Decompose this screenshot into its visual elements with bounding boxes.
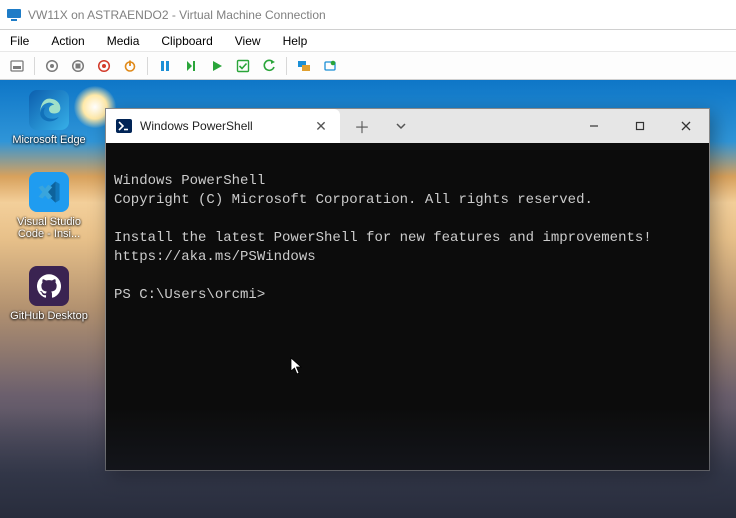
vm-toolbar [0, 52, 736, 80]
toolbar-pause-icon[interactable] [154, 55, 176, 77]
terminal-line: Install the latest PowerShell for new fe… [114, 230, 652, 246]
tab-dropdown-icon[interactable] [384, 109, 418, 143]
menu-view[interactable]: View [235, 34, 261, 48]
desktop-icon-column: Microsoft Edge Visual Studio Code - Insi… [10, 90, 88, 322]
menu-media[interactable]: Media [107, 34, 140, 48]
toolbar-revert-icon[interactable] [258, 55, 280, 77]
terminal-tab-title: Windows PowerShell [140, 119, 253, 133]
toolbar-checkpoint-icon[interactable] [232, 55, 254, 77]
terminal-line: https://aka.ms/PSWindows [114, 249, 316, 265]
new-tab-button[interactable]: ＋ [340, 109, 384, 143]
desktop-icon-vscode-label: Visual Studio Code - Insi... [10, 216, 88, 240]
window-close-button[interactable] [663, 109, 709, 143]
toolbar-power-icon[interactable] [119, 55, 141, 77]
menu-action[interactable]: Action [51, 34, 84, 48]
terminal-body[interactable]: Windows PowerShell Copyright (C) Microso… [106, 143, 709, 470]
powershell-window[interactable]: Windows PowerShell ✕ ＋ Windows PowerShel… [105, 108, 710, 471]
toolbar-reset-icon[interactable] [180, 55, 202, 77]
toolbar-share-icon[interactable] [319, 55, 341, 77]
desktop-icon-github[interactable]: GitHub Desktop [10, 266, 88, 322]
toolbar-shutdown-icon[interactable] [93, 55, 115, 77]
toolbar-enhanced-session-icon[interactable] [293, 55, 315, 77]
mouse-cursor-icon [290, 319, 357, 413]
toolbar-turn-off-icon[interactable] [41, 55, 63, 77]
menu-file[interactable]: File [10, 34, 29, 48]
desktop-icon-edge[interactable]: Microsoft Edge [10, 90, 88, 146]
vm-window-title: VW11X on ASTRAENDO2 - Virtual Machine Co… [28, 8, 326, 22]
terminal-line: Copyright (C) Microsoft Corporation. All… [114, 192, 593, 208]
desktop-icon-edge-label: Microsoft Edge [12, 134, 85, 146]
desktop-icon-vscode[interactable]: Visual Studio Code - Insi... [10, 172, 88, 240]
tab-close-icon[interactable]: ✕ [312, 118, 330, 135]
guest-desktop[interactable]: Microsoft Edge Visual Studio Code - Insi… [0, 80, 736, 518]
vm-window-titlebar: VW11X on ASTRAENDO2 - Virtual Machine Co… [0, 0, 736, 30]
toolbar-ctrl-alt-del-icon[interactable] [6, 55, 28, 77]
window-minimize-button[interactable] [571, 109, 617, 143]
vscode-icon [29, 172, 69, 212]
terminal-tabbar: Windows PowerShell ✕ ＋ [106, 109, 709, 143]
window-controls [571, 109, 709, 143]
edge-icon [29, 90, 69, 130]
toolbar-start-icon[interactable] [206, 55, 228, 77]
menu-clipboard[interactable]: Clipboard [161, 34, 212, 48]
terminal-prompt: PS C:\Users\orcmi> [114, 287, 265, 303]
toolbar-stop-icon[interactable] [67, 55, 89, 77]
menu-help[interactable]: Help [283, 34, 308, 48]
vm-menubar: File Action Media Clipboard View Help [0, 30, 736, 52]
vm-monitor-icon [6, 7, 22, 23]
desktop-icon-github-label: GitHub Desktop [10, 310, 88, 322]
terminal-line: Windows PowerShell [114, 173, 265, 189]
terminal-tab-powershell[interactable]: Windows PowerShell ✕ [106, 109, 340, 143]
window-maximize-button[interactable] [617, 109, 663, 143]
github-icon [29, 266, 69, 306]
powershell-icon [116, 118, 132, 134]
